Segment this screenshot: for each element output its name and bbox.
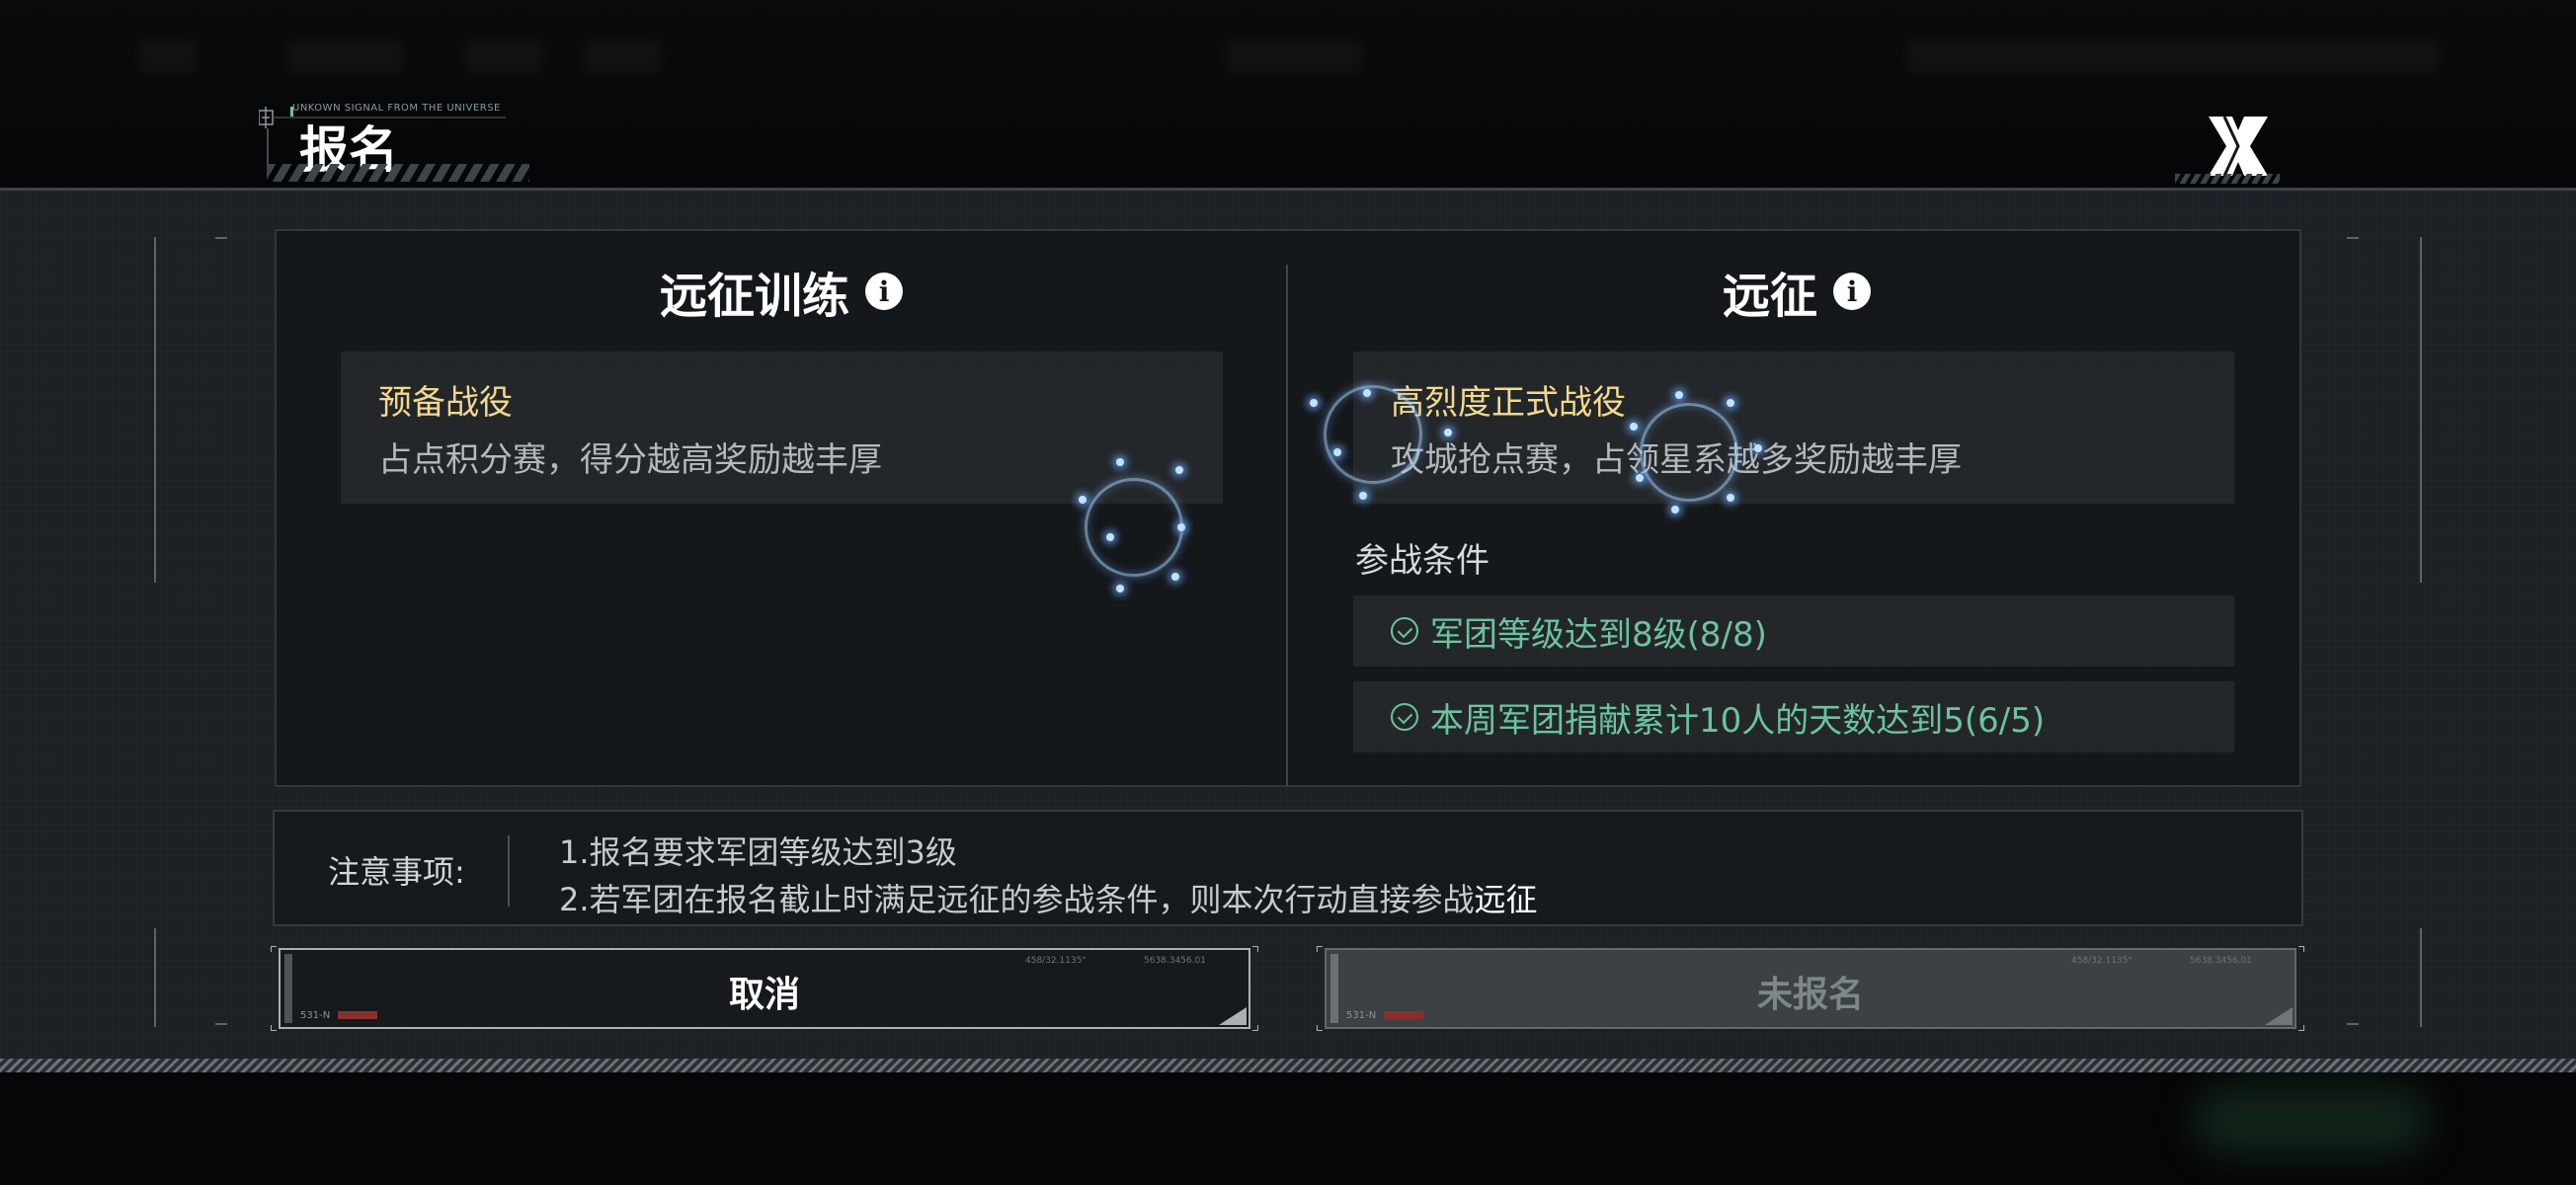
left-tick-lower <box>215 1023 227 1025</box>
training-card-title: 预备战役 <box>378 383 513 423</box>
training-card[interactable]: 预备战役 占点积分赛，得分越高奖励越丰厚 <box>341 352 1223 504</box>
not-signed-up-label: 未报名 <box>1756 975 1864 1015</box>
check-circle-icon <box>1391 617 1418 645</box>
condition-text: 本周军团捐献累计10人的天数达到5(6/5) <box>1430 700 2046 741</box>
note-line-2: 2.若军团在报名截止时满足远征的参战条件，则本次行动直接参战远征 <box>559 875 1538 920</box>
left-side-line <box>154 237 156 583</box>
expedition-card[interactable]: 高烈度正式战役 攻城抢点赛，占领星系越多奖励越丰厚 <box>1353 352 2234 504</box>
cancel-button[interactable]: 458/32.1135° 5638.3456.01 531-N 取消 <box>271 946 1258 1031</box>
expedition-card-title: 高烈度正式战役 <box>1391 383 1626 423</box>
not-signed-up-button[interactable]: 458/32.1135° 5638.3456.01 531-N 未报名 <box>1317 946 2304 1031</box>
notes-box: 注意事项: 1.报名要求军团等级达到3级 2.若军团在报名截止时满足远征的参战条… <box>273 810 2303 926</box>
header-subtitle: UNKOWN SIGNAL FROM THE UNIVERSE <box>292 103 501 114</box>
expedition-title: 远征 i <box>1723 257 1872 326</box>
note-highlight: 远征 <box>1474 881 1538 918</box>
training-title: 远征训练 i <box>660 257 904 326</box>
notes-label: 注意事项: <box>328 853 465 891</box>
close-button[interactable] <box>2203 111 2274 182</box>
left-tick <box>215 237 227 239</box>
condition-row: 军团等级达到8级(8/8) <box>1353 595 2234 667</box>
right-tick-lower <box>2347 1023 2359 1025</box>
expedition-title-text: 远征 <box>1723 269 1818 324</box>
right-side-line <box>2420 237 2422 583</box>
note-line-2-text: 2.若军团在报名截止时满足远征的参战条件，则本次行动直接参战 <box>559 881 1475 918</box>
notes-separator <box>508 835 510 907</box>
column-divider <box>1286 265 1288 786</box>
panel-bottom-stripe <box>0 1059 2576 1072</box>
bottom-background <box>0 1066 2576 1185</box>
right-tick <box>2347 237 2359 239</box>
info-icon[interactable]: i <box>1833 273 1872 310</box>
conditions-label: 参战条件 <box>1355 541 1489 581</box>
note-line-1: 1.报名要求军团等级达到3级 <box>559 833 957 871</box>
condition-row: 本周军团捐献累计10人的天数达到5(6/5) <box>1353 681 2234 752</box>
training-title-text: 远征训练 <box>660 269 850 324</box>
info-icon[interactable]: i <box>865 273 904 310</box>
close-stripes-decoration <box>2175 174 2280 184</box>
title-stripes-decoration <box>267 164 529 182</box>
cancel-button-label: 取消 <box>728 975 800 1015</box>
right-side-line-lower <box>2420 928 2422 1027</box>
condition-text: 军团等级达到8级(8/8) <box>1430 614 1767 655</box>
training-card-desc: 占点积分赛，得分越高奖励越丰厚 <box>378 440 882 480</box>
close-x-icon <box>2209 116 2268 177</box>
left-side-line-lower <box>154 928 156 1027</box>
check-circle-icon <box>1391 703 1418 731</box>
